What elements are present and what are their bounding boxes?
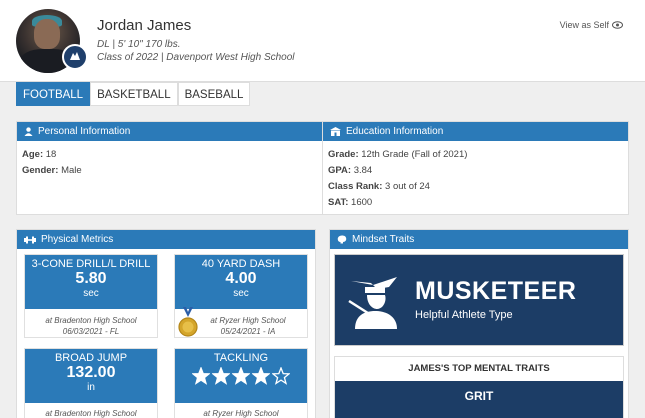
age-label: Age: bbox=[22, 149, 44, 160]
sat-label: SAT: bbox=[328, 197, 349, 208]
personal-info-title: Personal Information bbox=[38, 126, 131, 137]
metric-location: at Ryzer High School bbox=[210, 316, 286, 325]
mindset-type-banner: MUSKETEER Helpful Athlete Type bbox=[334, 254, 624, 346]
metric-location: at Bradenton High School bbox=[45, 409, 137, 418]
age-row: Age: 18 bbox=[22, 149, 317, 160]
star-icon bbox=[232, 367, 250, 385]
school-icon bbox=[330, 127, 341, 136]
physical-metrics-title: Physical Metrics bbox=[41, 234, 114, 245]
education-info-panel: Education Information Grade: 12th Grade … bbox=[322, 121, 629, 215]
metric-location: at Bradenton High School bbox=[45, 316, 137, 325]
tab-basketball[interactable]: BASKETBALL bbox=[90, 82, 178, 106]
metric-location: at Ryzer High School bbox=[203, 409, 279, 418]
dumbbell-icon bbox=[24, 236, 36, 243]
gender-value: Male bbox=[61, 165, 82, 176]
metric-card-3-cone: 3-CONE DRILL/L DRILL 5.80 sec at Bradent… bbox=[24, 254, 158, 338]
metric-card-broad-jump: BROAD JUMP 132.00 in at Bradenton High S… bbox=[24, 348, 158, 418]
class-rank-row: Class Rank: 3 out of 24 bbox=[328, 181, 623, 192]
musketeer-icon bbox=[348, 277, 397, 329]
mindset-traits-title: Mindset Traits bbox=[352, 234, 415, 245]
tab-baseball[interactable]: BASEBALL bbox=[177, 82, 251, 106]
metric-value: 5.80 bbox=[75, 270, 107, 287]
metric-value: 132.00 bbox=[66, 364, 116, 381]
mindset-type-title: MUSKETEER bbox=[415, 277, 577, 305]
age-value: 18 bbox=[45, 149, 57, 160]
team-badge-icon bbox=[62, 44, 88, 70]
gpa-value: 3.84 bbox=[353, 165, 373, 176]
metric-card-tackling: TACKLING at Ryzer High School bbox=[174, 348, 308, 418]
sat-row: SAT: 1600 bbox=[328, 197, 623, 208]
user-icon bbox=[24, 127, 33, 136]
metric-date: 06/03/2021 - FL bbox=[62, 327, 120, 336]
gpa-row: GPA: 3.84 bbox=[328, 165, 623, 176]
gender-label: Gender: bbox=[22, 165, 59, 176]
view-as-self-label: View as Self bbox=[559, 20, 609, 30]
mindset-traits-header: Mindset Traits bbox=[330, 230, 628, 249]
metric-unit: sec bbox=[233, 288, 249, 299]
metric-value: 4.00 bbox=[225, 270, 257, 287]
star-icon bbox=[212, 367, 230, 385]
brain-icon bbox=[337, 235, 347, 244]
star-icon bbox=[252, 367, 270, 385]
sport-tabs: FOOTBALL BASKETBALL BASEBALL bbox=[16, 82, 251, 106]
view-as-self-link[interactable]: View as Self bbox=[560, 20, 623, 30]
grade-row: Grade: 12th Grade (Fall of 2021) bbox=[328, 149, 623, 160]
eye-icon bbox=[612, 21, 623, 29]
physical-metrics-header: Physical Metrics bbox=[17, 230, 315, 249]
grade-value: 12th Grade (Fall of 2021) bbox=[361, 149, 468, 160]
top-trait-label: GRIT bbox=[464, 389, 494, 403]
personal-info-header: Personal Information bbox=[17, 122, 322, 141]
top-mental-traits: JAMES'S TOP MENTAL TRAITS GRIT bbox=[334, 356, 624, 418]
metric-title: 3-CONE DRILL/L DRILL bbox=[31, 258, 151, 270]
class-line: Class of 2022 | Davenport West High Scho… bbox=[97, 52, 295, 63]
profile-header: Jordan James DL | 5' 10" 170 lbs. Class … bbox=[0, 0, 645, 82]
star-icon bbox=[192, 367, 210, 385]
tackling-rating bbox=[175, 367, 307, 385]
metric-date: 05/24/2021 - IA bbox=[220, 327, 276, 336]
top-trait-card: GRIT bbox=[335, 381, 623, 418]
metric-unit: in bbox=[87, 382, 95, 393]
position-line: DL | 5' 10" 170 lbs. bbox=[97, 39, 181, 50]
metric-unit: sec bbox=[83, 288, 99, 299]
metric-card-40-yard-dash: 40 YARD DASH 4.00 sec at Ryzer High Scho… bbox=[174, 254, 308, 338]
education-info-title: Education Information bbox=[346, 126, 444, 137]
grade-label: Grade: bbox=[328, 149, 359, 160]
tab-football[interactable]: FOOTBALL bbox=[16, 82, 91, 106]
education-info-header: Education Information bbox=[323, 122, 628, 141]
metric-title: BROAD JUMP bbox=[54, 352, 128, 364]
gender-row: Gender: Male bbox=[22, 165, 317, 176]
sat-value: 1600 bbox=[351, 197, 373, 208]
personal-info-panel: Personal Information Age: 18 Gender: Mal… bbox=[16, 121, 323, 215]
class-rank-label: Class Rank: bbox=[328, 181, 383, 192]
top-mental-traits-title: JAMES'S TOP MENTAL TRAITS bbox=[408, 363, 550, 374]
star-icon bbox=[272, 367, 290, 385]
metric-title: TACKLING bbox=[213, 352, 269, 364]
class-rank-value: 3 out of 24 bbox=[385, 181, 430, 192]
metric-title: 40 YARD DASH bbox=[201, 258, 281, 270]
mindset-type-subtitle: Helpful Athlete Type bbox=[415, 309, 513, 321]
athlete-name: Jordan James bbox=[97, 17, 192, 34]
gpa-label: GPA: bbox=[328, 165, 352, 176]
medal-icon bbox=[178, 307, 198, 337]
